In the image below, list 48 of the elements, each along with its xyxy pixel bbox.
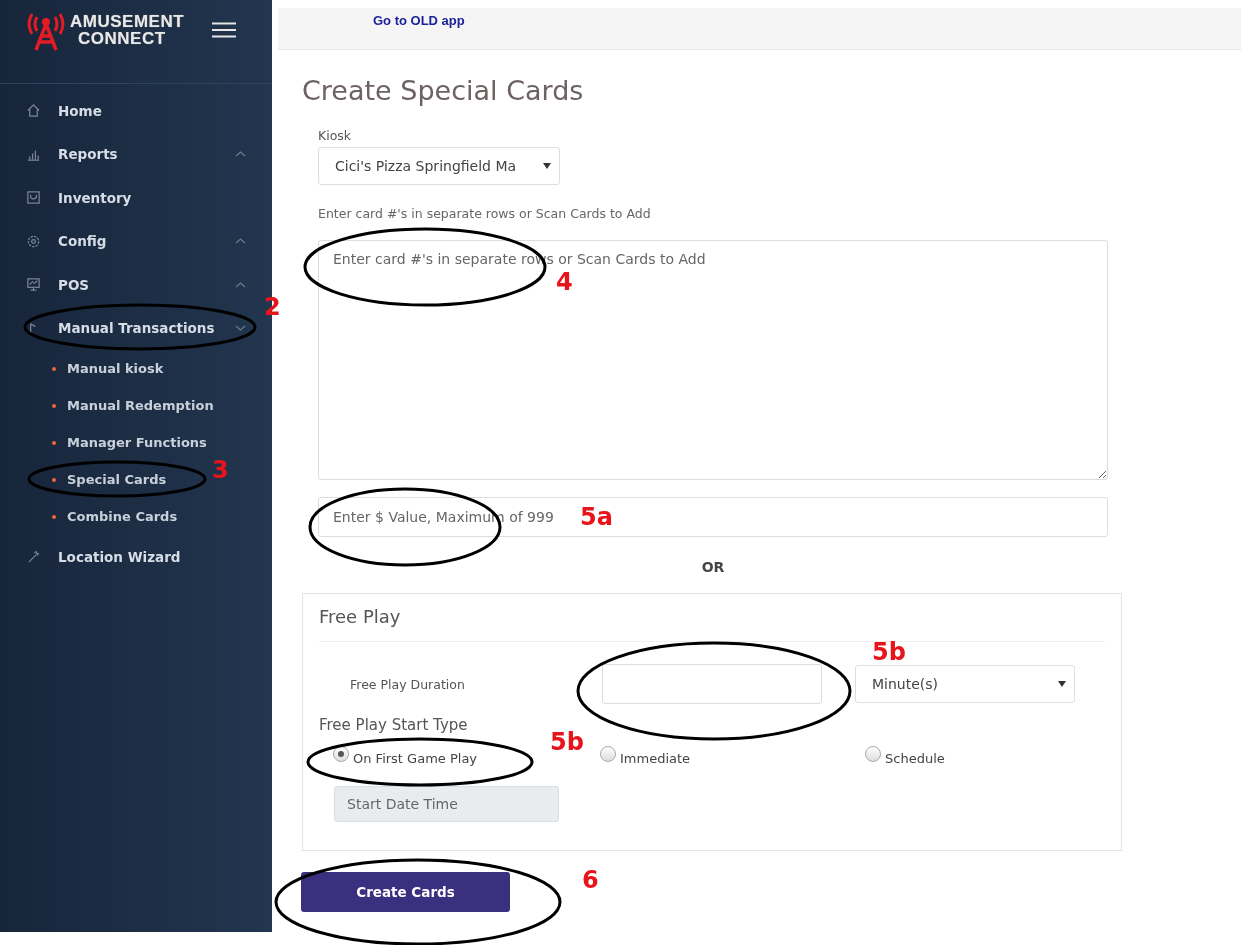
- menu-icon[interactable]: [212, 22, 237, 38]
- box-icon: [26, 190, 41, 206]
- caret-icon: [543, 163, 551, 169]
- sidebar-item[interactable]: Config: [0, 219, 272, 263]
- kiosk-label: Kiosk: [318, 128, 353, 143]
- radio-label: Immediate: [620, 751, 691, 766]
- sidebar-subitem[interactable]: Manager Functions: [67, 435, 207, 450]
- old-app-link[interactable]: Go to OLD app: [373, 13, 465, 28]
- cards-hint: Enter card #'s in separate rows or Scan Cards to Add: [318, 206, 652, 221]
- annotation-number: 5b: [550, 730, 584, 754]
- monitor-icon: [26, 277, 41, 293]
- annotation-number: 5b: [872, 640, 906, 664]
- duration-field[interactable]: [602, 664, 822, 704]
- bullet-icon: [52, 440, 56, 445]
- sidebar-item[interactable]: Inventory: [0, 176, 272, 220]
- sidebar-item[interactable]: Home: [0, 89, 272, 133]
- logo-text: CONNECT: [77, 30, 167, 47]
- caret-icon: [1058, 681, 1066, 687]
- sidebar-subitem[interactable]: Special Cards: [67, 472, 167, 487]
- start-type-label: Free Play Start Type: [319, 716, 469, 734]
- annotation-number: 6: [582, 868, 599, 892]
- radio-label: On First Game Play: [353, 751, 478, 766]
- sidebar-subitem[interactable]: Combine Cards: [67, 509, 178, 524]
- annotation-number: 4: [556, 270, 573, 294]
- sidebar-subitem[interactable]: Manual Redemption: [67, 398, 214, 413]
- home-icon: [26, 103, 41, 119]
- annotation-number: 3: [212, 458, 229, 482]
- page-title: Create Special Cards: [302, 75, 585, 106]
- create-cards-button[interactable]: Create Cards: [301, 872, 510, 912]
- bullet-icon: [52, 514, 56, 519]
- or-text: OR: [700, 559, 726, 575]
- logo-text: AMUSEMENT: [70, 13, 185, 30]
- gear-icon: [26, 233, 41, 249]
- bullet-icon: [52, 477, 56, 482]
- duration-label: Free Play Duration: [349, 676, 466, 692]
- sidebar-item[interactable]: Reports: [0, 132, 272, 176]
- bullet-icon: [52, 403, 56, 408]
- radio-label: Schedule: [885, 751, 945, 766]
- bullet-icon: [52, 366, 56, 371]
- annotation-number: 5a: [580, 505, 613, 529]
- sidebar-subitem[interactable]: Manual kiosk: [67, 361, 164, 376]
- unit-dropdown[interactable]: Minute(s): [855, 665, 1075, 703]
- wand-icon: [26, 549, 41, 565]
- kiosk-dropdown[interactable]: Cici's Pizza Springfield Ma: [318, 147, 560, 185]
- radio-button[interactable]: [865, 746, 881, 762]
- panel-title: Free Play: [319, 606, 1105, 642]
- sidebar-item[interactable]: Location Wizard: [0, 535, 272, 579]
- radio-button[interactable]: [600, 746, 616, 762]
